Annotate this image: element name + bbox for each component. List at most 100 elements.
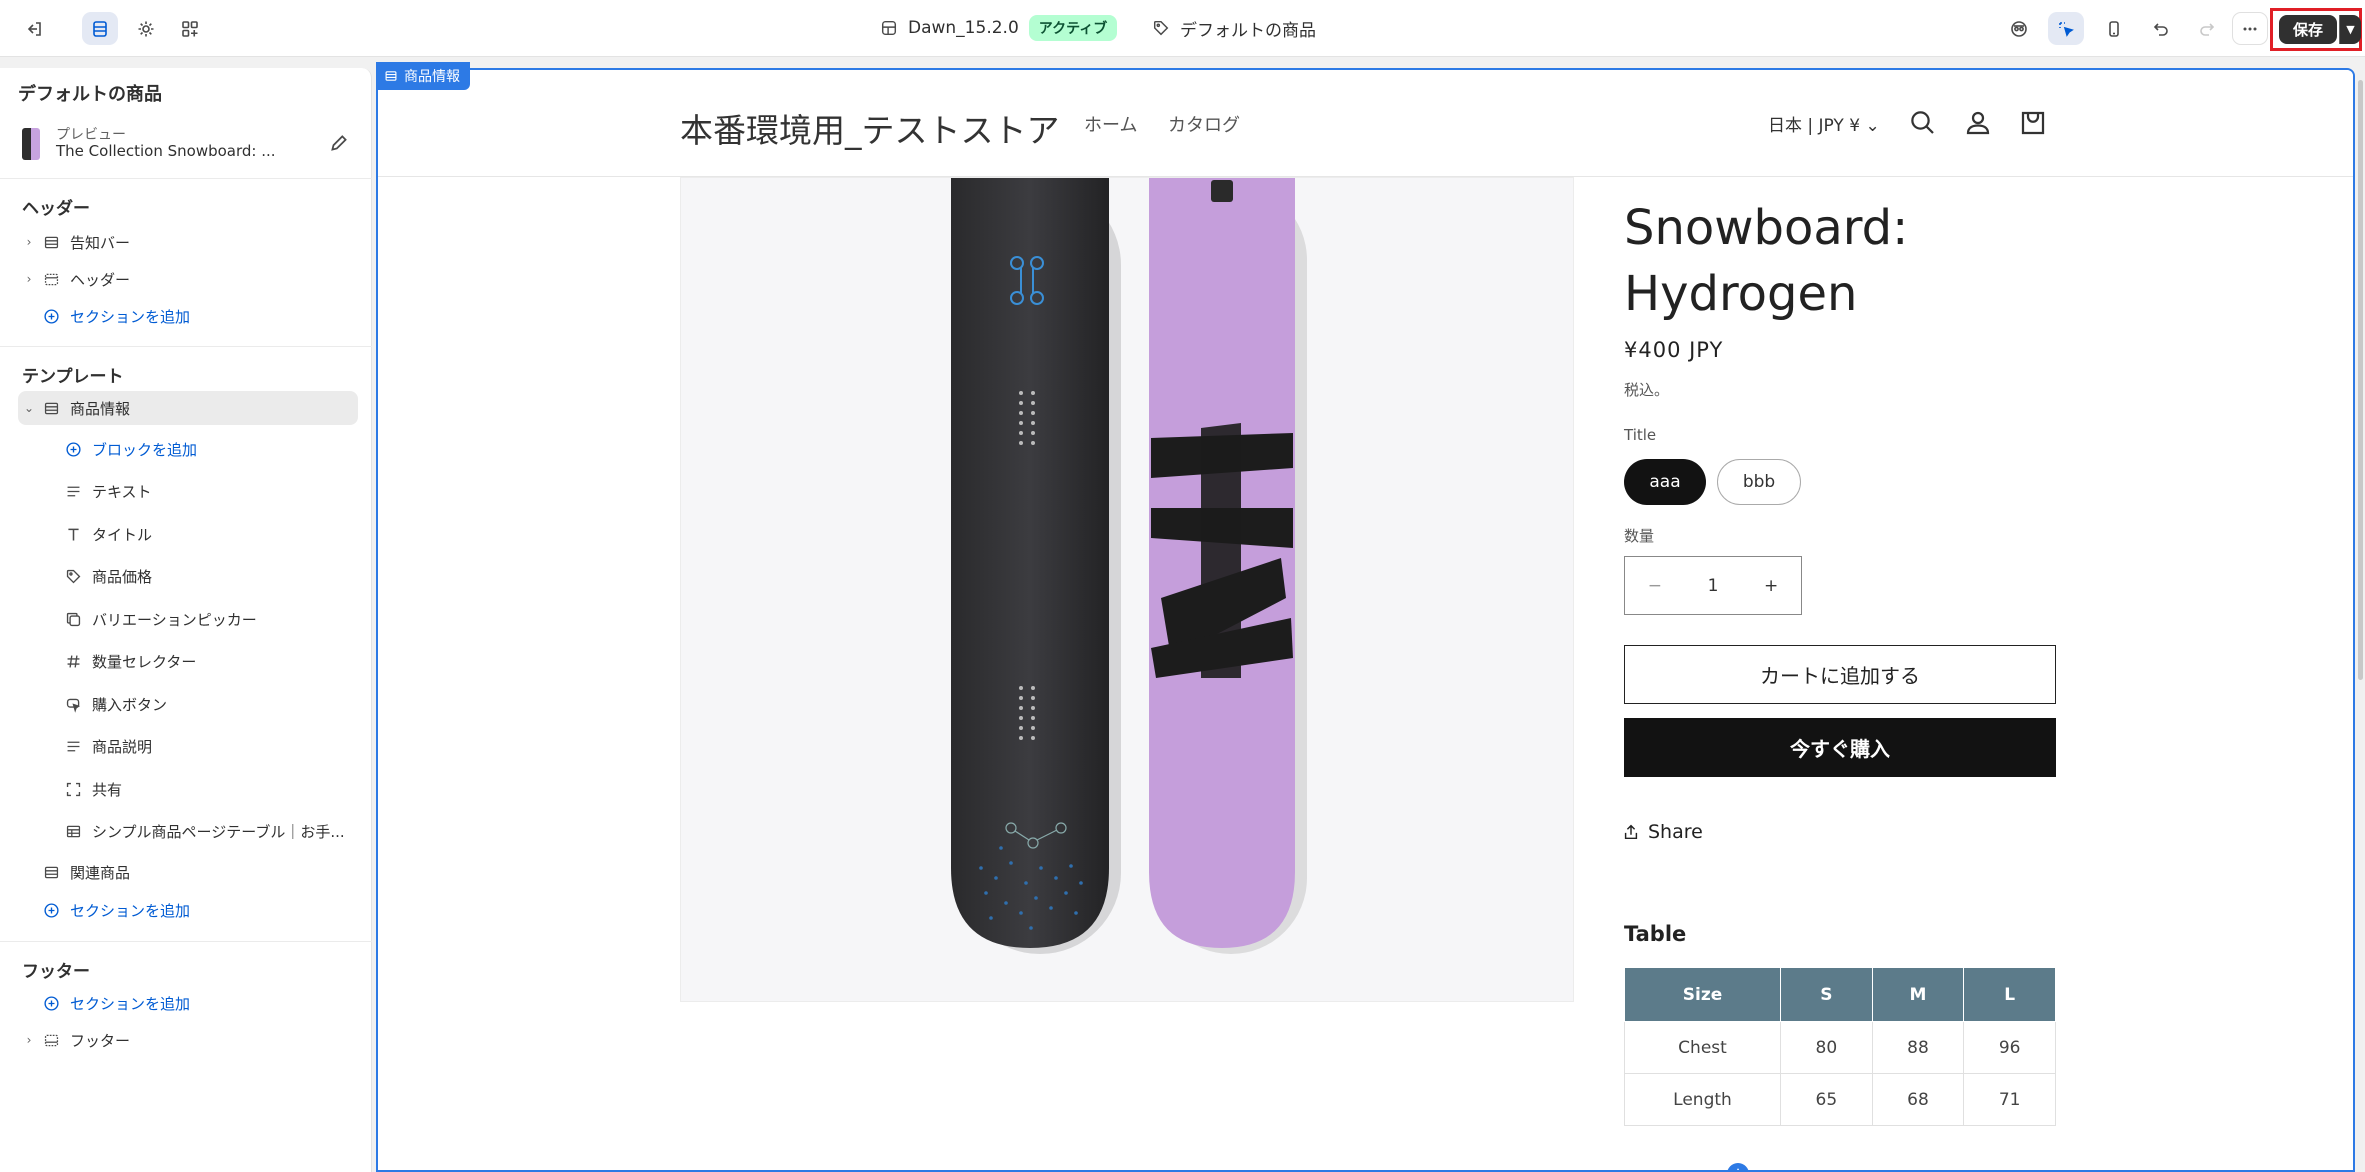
add-block-label: ブロックを追加 bbox=[92, 440, 198, 459]
section-icon bbox=[42, 399, 60, 417]
sidebar-item-related-products[interactable]: 関連商品 bbox=[18, 855, 358, 889]
locale-label: 日本 | JPY ¥ bbox=[1768, 116, 1861, 136]
nav-catalog[interactable]: カタログ bbox=[1168, 111, 1240, 137]
customer-view-icon[interactable] bbox=[2001, 12, 2037, 45]
block-item-text[interactable]: テキスト bbox=[60, 474, 358, 508]
table-header: S bbox=[1780, 967, 1873, 1022]
block-item-variant-picker[interactable]: バリエーションピッカー bbox=[60, 602, 358, 636]
sidebar-item-header[interactable]: › ヘッダー bbox=[18, 262, 358, 296]
exit-icon[interactable] bbox=[16, 12, 52, 45]
minus-icon[interactable]: − bbox=[1648, 576, 1662, 596]
sections-sidebar: デフォルトの商品 プレビュー The Collection Snowboard:… bbox=[0, 68, 372, 1172]
table-cell: 80 bbox=[1780, 1021, 1873, 1074]
sidebar-item-product-info[interactable]: ⌄ 商品情報 bbox=[18, 391, 358, 425]
block-item-share[interactable]: 共有 bbox=[60, 772, 358, 806]
product-image[interactable] bbox=[680, 177, 1574, 1002]
tax-note: 税込。 bbox=[1624, 381, 1670, 399]
table-cell: Length bbox=[1624, 1073, 1781, 1126]
block-item-description[interactable]: 商品説明 bbox=[60, 729, 358, 763]
chevron-right-icon[interactable]: › bbox=[22, 272, 36, 286]
theme-info[interactable]: Dawn_15.2.0 アクティブ bbox=[880, 14, 1118, 42]
store-preview[interactable]: 本番環境用_テストストア ホーム カタログ 日本 | JPY ¥ ⌄ Snowb… bbox=[376, 68, 2355, 1172]
layout-icon bbox=[881, 20, 897, 36]
inspector-icon[interactable] bbox=[2048, 12, 2084, 45]
block-label: 数量セレクター bbox=[92, 652, 197, 671]
block-label: タイトル bbox=[92, 525, 153, 544]
share-frame-icon bbox=[64, 780, 82, 798]
header-group-heading: ヘッダー bbox=[22, 199, 90, 219]
hash-icon bbox=[64, 652, 82, 670]
add-section-button[interactable]: セクションを追加 bbox=[18, 893, 358, 927]
mobile-icon[interactable] bbox=[2096, 12, 2132, 45]
table-row: Chest 80 88 96 bbox=[1624, 1021, 2056, 1074]
block-item-price[interactable]: 商品価格 bbox=[60, 559, 358, 593]
sidebar-item-announcement-bar[interactable]: › 告知バー bbox=[18, 225, 358, 259]
settings-icon[interactable] bbox=[128, 12, 164, 45]
preview-selector[interactable]: プレビュー The Collection Snowboard: ... bbox=[18, 124, 358, 164]
add-section-label: セクションを追加 bbox=[70, 994, 191, 1013]
cursor-icon bbox=[64, 695, 82, 713]
product-price: ¥400 JPY bbox=[1624, 338, 1724, 362]
block-label: 共有 bbox=[92, 780, 123, 799]
store-name[interactable]: 本番環境用_テストストア bbox=[680, 104, 1060, 152]
buy-now-button[interactable]: 今すぐ購入 bbox=[1624, 718, 2056, 777]
scrollbar-thumb[interactable] bbox=[2358, 80, 2363, 680]
add-section-dot[interactable]: + bbox=[1727, 1163, 1749, 1170]
table-header-row: Size S M L bbox=[1624, 967, 2056, 1022]
table-cell: 68 bbox=[1871, 1073, 1965, 1126]
size-table: Size S M L Chest 80 88 96 Length 65 68 7… bbox=[1624, 967, 2056, 1126]
apps-icon[interactable] bbox=[172, 12, 208, 45]
quantity-stepper: − 1 + bbox=[1624, 556, 1802, 615]
sections-icon[interactable] bbox=[82, 12, 118, 45]
chevron-down-icon[interactable]: ⌄ bbox=[22, 401, 36, 415]
pencil-icon[interactable] bbox=[328, 132, 350, 154]
sidebar-item-label: フッター bbox=[70, 1031, 131, 1050]
locale-selector[interactable]: 日本 | JPY ¥ ⌄ bbox=[1768, 111, 1880, 136]
chevron-right-icon[interactable]: › bbox=[22, 235, 36, 249]
table-cell: 71 bbox=[1963, 1073, 2056, 1126]
title-icon bbox=[64, 525, 82, 543]
chevron-down-icon[interactable]: ▼ bbox=[2339, 15, 2361, 44]
store-header: 本番環境用_テストストア ホーム カタログ 日本 | JPY ¥ ⌄ bbox=[378, 70, 2353, 177]
block-label: バリエーションピッカー bbox=[92, 610, 257, 629]
share-button[interactable]: Share bbox=[1622, 821, 1703, 843]
size-table-title: Table bbox=[1624, 922, 1687, 946]
account-icon[interactable] bbox=[1963, 108, 1993, 138]
preview-product-name: The Collection Snowboard: ... bbox=[56, 142, 276, 160]
undo-icon[interactable] bbox=[2143, 12, 2179, 45]
cart-icon[interactable] bbox=[2018, 108, 2048, 138]
sidebar-item-label: 告知バー bbox=[70, 233, 131, 252]
chevron-down-icon: ⌄ bbox=[1865, 116, 1880, 136]
redo-icon[interactable] bbox=[2189, 12, 2225, 45]
variant-option-bbb[interactable]: bbb bbox=[1717, 459, 1801, 505]
sidebar-item-footer[interactable]: › フッター bbox=[18, 1023, 358, 1057]
plus-circle-icon bbox=[42, 307, 60, 325]
block-item-quantity-selector[interactable]: 数量セレクター bbox=[60, 644, 358, 678]
quantity-value[interactable]: 1 bbox=[1708, 576, 1719, 596]
add-to-cart-button[interactable]: カートに追加する bbox=[1624, 645, 2056, 704]
block-item-title[interactable]: タイトル bbox=[60, 517, 358, 551]
add-section-label: セクションを追加 bbox=[70, 901, 191, 920]
search-icon[interactable] bbox=[1908, 108, 1938, 138]
tag-icon bbox=[1153, 20, 1169, 36]
block-item-table-app[interactable]: シンプル商品ページテーブル｜お手... bbox=[60, 814, 358, 848]
nav-home[interactable]: ホーム bbox=[1084, 111, 1137, 137]
plus-circle-icon bbox=[64, 440, 82, 458]
plus-icon[interactable]: + bbox=[1764, 576, 1778, 596]
section-icon bbox=[385, 71, 397, 81]
block-item-buy-button[interactable]: 購入ボタン bbox=[60, 687, 358, 721]
chevron-right-icon[interactable]: › bbox=[22, 1033, 36, 1047]
template-selector[interactable]: デフォルトの商品 bbox=[1152, 14, 1316, 42]
block-label: シンプル商品ページテーブル｜お手... bbox=[92, 822, 345, 841]
variant-option-aaa[interactable]: aaa bbox=[1624, 459, 1706, 505]
plus-circle-icon bbox=[42, 901, 60, 919]
add-section-button[interactable]: セクションを追加 bbox=[18, 299, 358, 333]
add-section-button[interactable]: セクションを追加 bbox=[18, 986, 358, 1020]
quantity-label: 数量 bbox=[1624, 527, 1655, 545]
product-thumbnail bbox=[22, 128, 40, 160]
more-icon[interactable] bbox=[2232, 12, 2268, 45]
save-button[interactable]: 保存 bbox=[2279, 15, 2337, 44]
add-block-button[interactable]: ブロックを追加 bbox=[60, 432, 358, 466]
section-icon bbox=[42, 233, 60, 251]
block-label: 購入ボタン bbox=[92, 695, 168, 714]
